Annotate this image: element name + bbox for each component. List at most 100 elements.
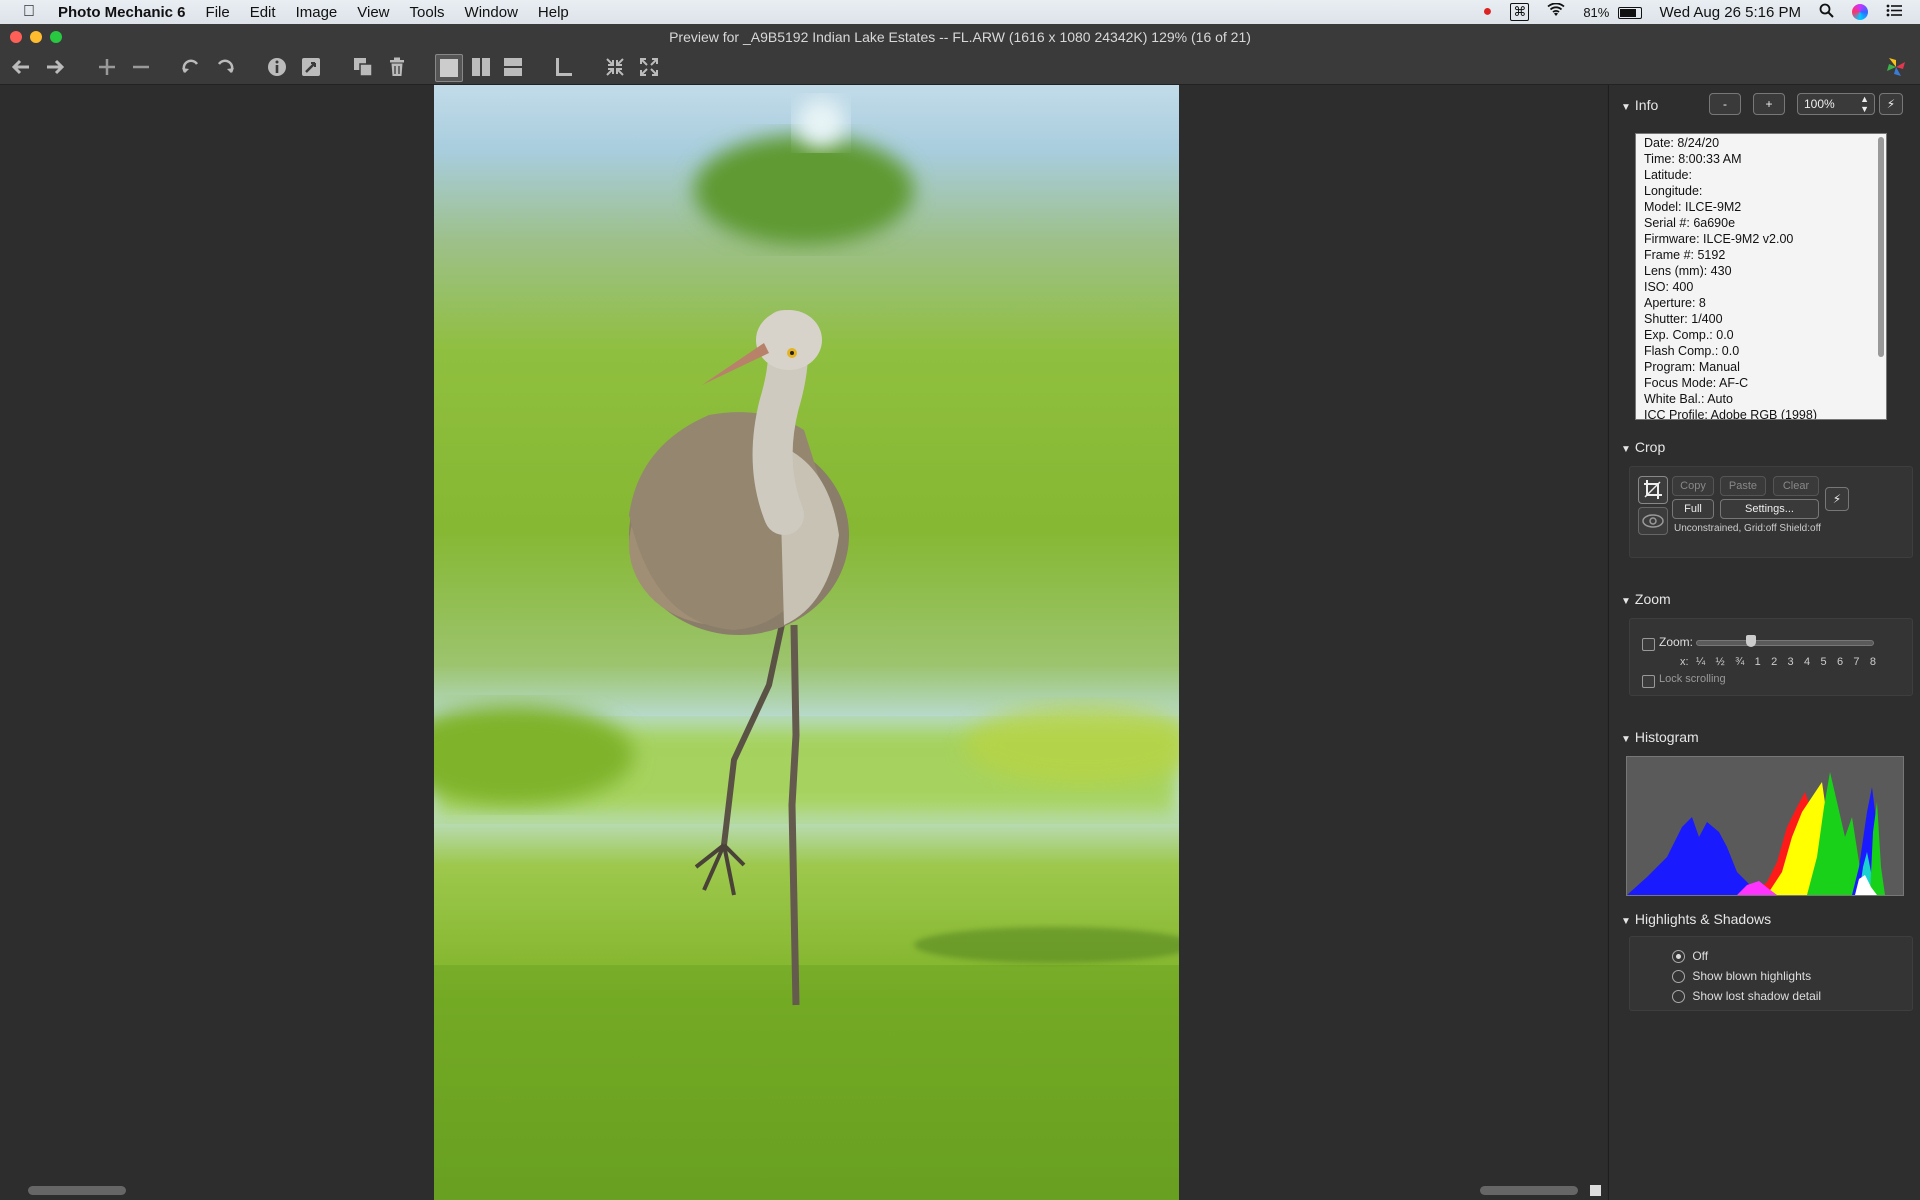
info-section-header[interactable]: ▼ Info	[1621, 97, 1658, 113]
side-by-side-view-icon[interactable]	[468, 54, 494, 80]
highlights-shadows-section-header[interactable]: ▼ Highlights & Shadows	[1621, 911, 1771, 927]
menu-view[interactable]: View	[347, 4, 399, 21]
spotlight-search-icon[interactable]	[1819, 3, 1834, 22]
photo-mechanic-logo-icon[interactable]	[1883, 54, 1909, 80]
menu-bar:  Photo Mechanic 6 File Edit Image View …	[0, 0, 1920, 24]
previous-arrow-icon[interactable]	[8, 54, 34, 80]
window-titlebar: Preview for _A9B5192 Indian Lake Estates…	[0, 24, 1920, 50]
crop-full-button[interactable]: Full	[1672, 499, 1714, 519]
crop-preview-button[interactable]	[1638, 507, 1668, 535]
crop-section-header[interactable]: ▼ Crop	[1621, 439, 1665, 455]
info-icon[interactable]	[264, 54, 290, 80]
inspector-panel: ▼ Info - + 100% ▲ ▼ ⚡︎ Date: 8/24/20 Time: …	[1608, 85, 1920, 1200]
disclosure-triangle-icon[interactable]: ▼	[1621, 102, 1631, 113]
minimize-window-button[interactable]	[30, 31, 42, 43]
radio-off-button[interactable]	[1672, 950, 1685, 964]
zoom-slider[interactable]	[1696, 635, 1874, 647]
info-lightning-button[interactable]: ⚡︎	[1879, 93, 1903, 115]
horizontal-scrollbar-right[interactable]	[1480, 1186, 1578, 1195]
radio-off[interactable]: Off	[1672, 949, 1709, 964]
zoom-checkbox[interactable]	[1642, 638, 1655, 651]
radio-off-label: Off	[1692, 949, 1709, 963]
radio-blown-highlights-label: Show blown highlights	[1692, 969, 1812, 983]
info-zoom-select[interactable]: 100% ▲ ▼	[1797, 93, 1875, 115]
zoom-box: Zoom: x: ¼½¾12345678 Lock scrolling	[1629, 618, 1913, 696]
menu-tools[interactable]: Tools	[400, 4, 455, 21]
siri-icon[interactable]	[1852, 4, 1868, 20]
screen-icon[interactable]: ⌘	[1510, 3, 1530, 21]
close-window-button[interactable]	[10, 31, 22, 43]
zoom-out-minus-icon[interactable]	[128, 54, 154, 80]
zoom-slider-knob[interactable]	[1746, 635, 1756, 647]
menu-image[interactable]: Image	[286, 4, 348, 21]
disclosure-triangle-icon[interactable]: ▼	[1621, 916, 1631, 927]
wifi-icon[interactable]	[1547, 2, 1565, 21]
rotate-left-icon[interactable]	[178, 54, 204, 80]
zoom-tick-label: 1	[1754, 656, 1761, 668]
info-row: Exp. Comp.: 0.0	[1644, 328, 1734, 342]
trash-icon[interactable]	[384, 54, 410, 80]
crop-clear-button[interactable]: Clear	[1773, 476, 1819, 496]
disclosure-triangle-icon[interactable]: ▼	[1621, 444, 1631, 455]
lock-scrolling-checkbox[interactable]	[1642, 675, 1655, 688]
crop-settings-button[interactable]: Settings...	[1720, 499, 1819, 519]
zoom-section-header[interactable]: ▼ Zoom	[1621, 591, 1671, 607]
histogram-graph	[1626, 756, 1904, 896]
edit-image-icon[interactable]	[298, 54, 324, 80]
zoom-in-plus-icon[interactable]	[94, 54, 120, 80]
clock[interactable]: Wed Aug 26 5:16 PM	[1660, 4, 1801, 21]
zoom-tick-label: 5	[1820, 656, 1827, 668]
disclosure-triangle-icon[interactable]: ▼	[1621, 596, 1631, 607]
apple-icon[interactable]: 	[0, 3, 58, 21]
radio-show-lost-shadow-detail[interactable]: Show lost shadow detail	[1672, 989, 1821, 1004]
horizontal-scrollbar-left[interactable]	[28, 1186, 126, 1195]
zoom-tick-label: ¾	[1735, 656, 1745, 668]
crop-status-text: Unconstrained, Grid:off Shield:off	[1674, 523, 1821, 534]
lock-scrolling-label: Lock scrolling	[1659, 673, 1726, 685]
histogram-section-header[interactable]: ▼ Histogram	[1621, 729, 1699, 745]
crop-copy-button[interactable]: Copy	[1672, 476, 1714, 496]
info-zoom-minus-button[interactable]: -	[1709, 93, 1741, 115]
crop-layout-icon[interactable]	[550, 54, 576, 80]
notification-center-icon[interactable]	[1886, 4, 1902, 21]
info-list-scrollbar[interactable]	[1878, 137, 1884, 357]
fit-to-window-icon[interactable]	[602, 54, 628, 80]
crop-paste-button[interactable]: Paste	[1720, 476, 1766, 496]
menu-window[interactable]: Window	[455, 4, 528, 21]
crop-tool-button[interactable]	[1638, 476, 1668, 504]
next-arrow-icon[interactable]	[42, 54, 68, 80]
single-view-icon[interactable]	[435, 54, 463, 82]
preview-photo[interactable]	[434, 85, 1179, 1200]
resize-corner[interactable]	[1590, 1185, 1601, 1196]
stacked-view-icon[interactable]	[500, 54, 526, 80]
radio-show-blown-highlights[interactable]: Show blown highlights	[1672, 969, 1812, 984]
app-menu[interactable]: Photo Mechanic 6	[58, 4, 196, 21]
creative-cloud-icon[interactable]: ●	[1483, 3, 1493, 21]
info-metadata-list[interactable]: Date: 8/24/20 Time: 8:00:33 AM Latitude: Lo…	[1635, 133, 1887, 420]
crop-lightning-button[interactable]: ⚡︎	[1825, 487, 1849, 511]
rotate-right-icon[interactable]	[212, 54, 238, 80]
info-row: Lens (mm): 430	[1644, 264, 1732, 278]
zoom-window-button[interactable]	[50, 31, 62, 43]
disclosure-triangle-icon[interactable]: ▼	[1621, 734, 1631, 745]
duplicate-icon[interactable]	[350, 54, 376, 80]
crop-icon	[1644, 480, 1662, 499]
full-screen-icon[interactable]	[636, 54, 662, 80]
info-row: Firmware: ILCE-9M2 v2.00	[1644, 232, 1794, 246]
menu-file[interactable]: File	[196, 4, 240, 21]
info-zoom-plus-button[interactable]: +	[1753, 93, 1785, 115]
image-viewer[interactable]	[0, 85, 1607, 1200]
info-row: White Bal.: Auto	[1644, 392, 1733, 406]
zoom-slider-track	[1696, 640, 1874, 646]
info-row: Program: Manual	[1644, 360, 1740, 374]
info-row: Time: 8:00:33 AM	[1644, 152, 1742, 166]
menu-help[interactable]: Help	[528, 4, 579, 21]
info-row: Focus Mode: AF-C	[1644, 376, 1749, 390]
eye-icon	[1642, 514, 1664, 528]
radio-lost-shadow-button[interactable]	[1672, 990, 1685, 1004]
zoom-tick-labels: ¼½¾12345678	[1696, 656, 1876, 668]
menu-edit[interactable]: Edit	[240, 4, 286, 21]
radio-blown-highlights-button[interactable]	[1672, 970, 1685, 984]
zoom-tick-label: 2	[1771, 656, 1778, 668]
battery-status[interactable]: 81%	[1583, 4, 1642, 21]
